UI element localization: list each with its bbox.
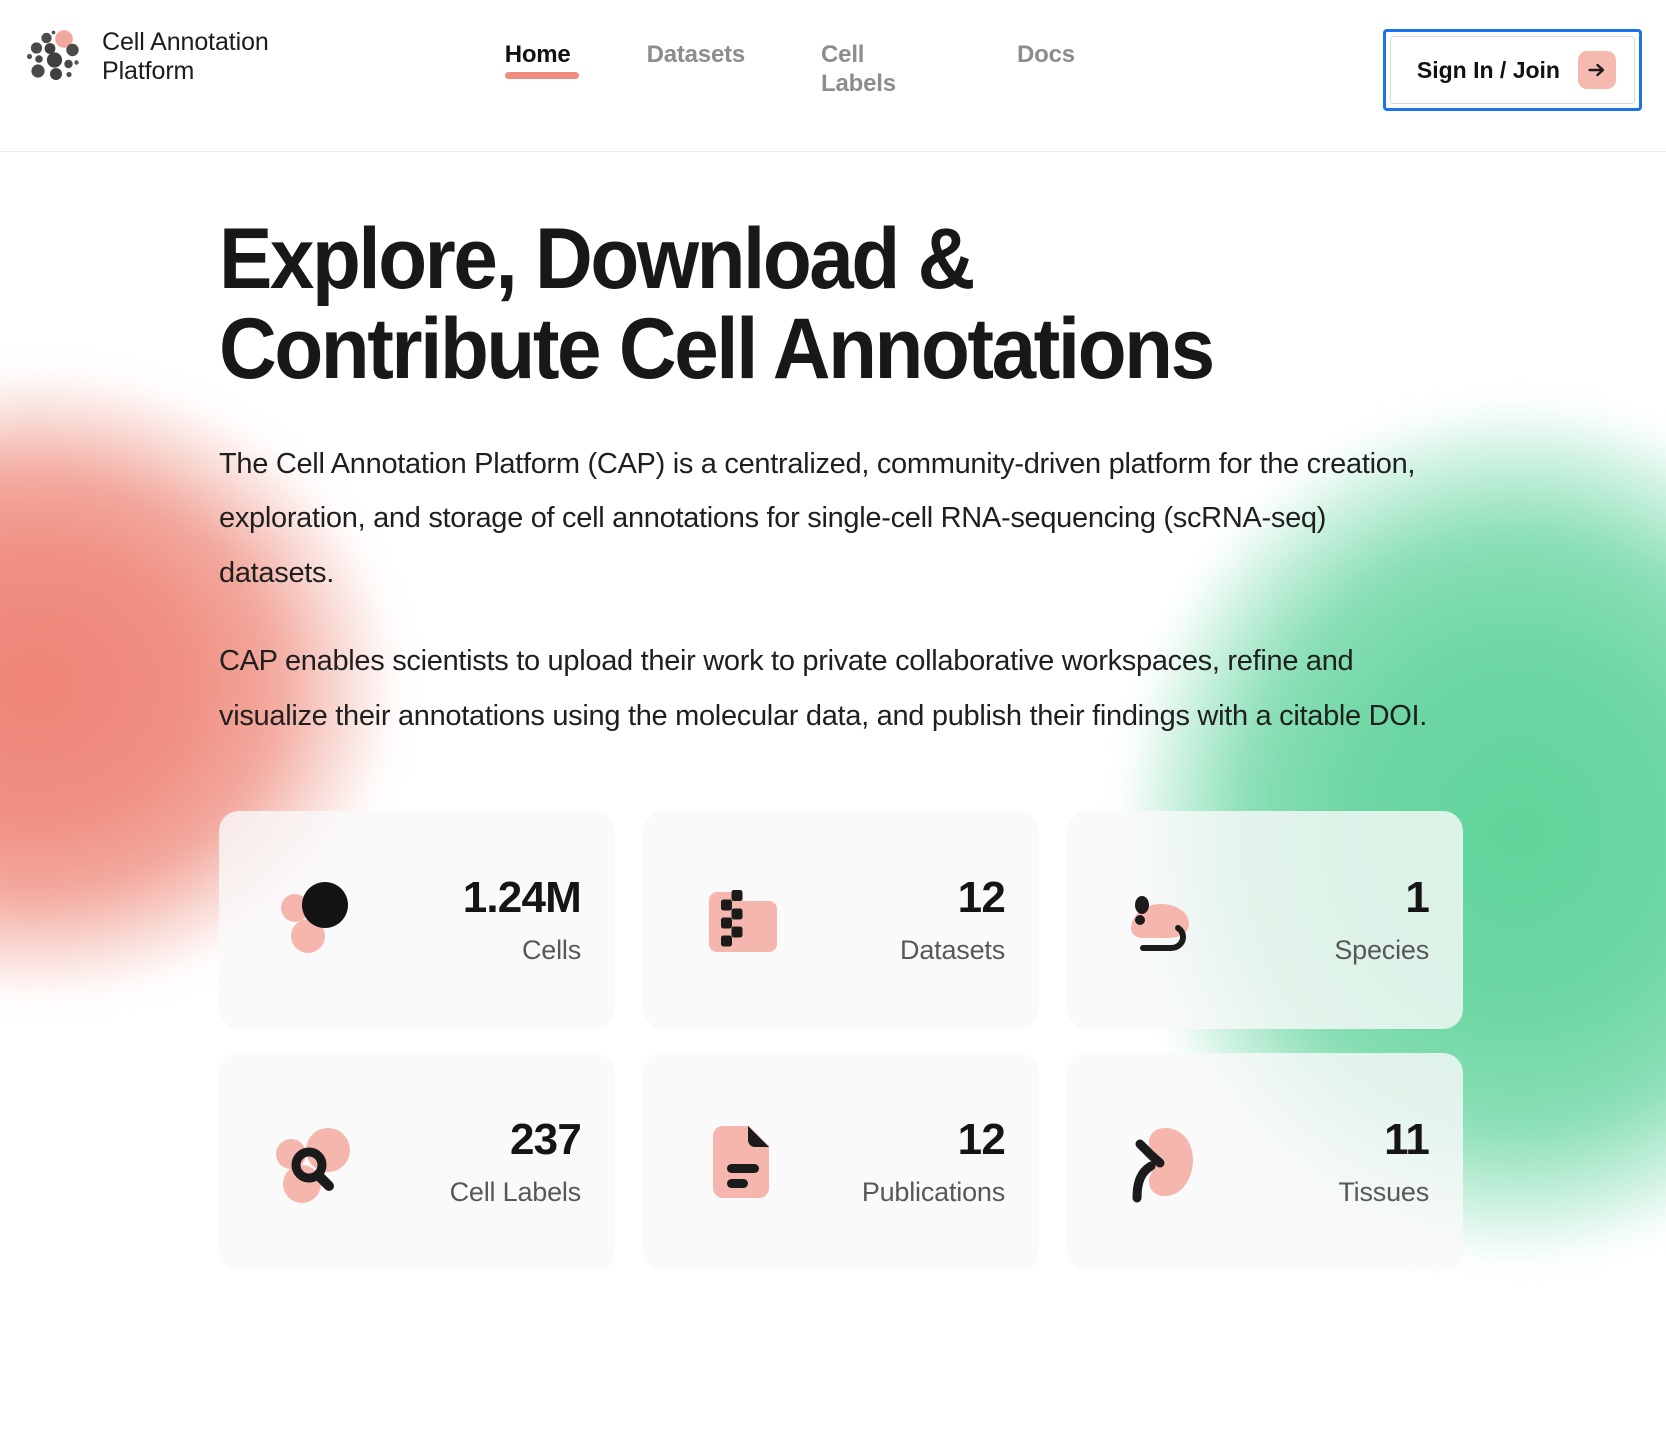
hero-paragraph-1: The Cell Annotation Platform (CAP) is a …: [219, 447, 1416, 589]
stat-value-tissues: 11: [1384, 1115, 1430, 1165]
primary-navigation: Home Datasets Cell Labels Docs: [504, 40, 1075, 113]
stat-card-publications[interactable]: 12 Publications: [643, 1053, 1039, 1272]
signin-join-button[interactable]: Sign In / Join: [1389, 36, 1635, 104]
stat-label-species: Species: [1334, 934, 1429, 965]
nav-label-cell-labels: Cell Labels: [821, 41, 896, 98]
page-title: Explore, Download & Contribute Cell Anno…: [219, 211, 1215, 398]
stat-value-cells: 1.24M: [462, 873, 582, 923]
stat-value-publications: 12: [957, 1115, 1006, 1165]
publication-document-icon: [691, 1114, 787, 1210]
nav-item-cell-labels[interactable]: Cell Labels: [821, 40, 941, 113]
nav-label-datasets: Datasets: [646, 41, 746, 68]
signin-join-label: Sign In / Join: [1416, 56, 1560, 83]
stats-grid: 1.24M Cells 12 Datasets 1 Species 237 Ce…: [219, 811, 1463, 1272]
stat-card-cells[interactable]: 1.24M Cells: [219, 811, 615, 1030]
stat-text-publications: 12 Publications: [862, 1116, 1039, 1207]
page-root: Cell Annotation Platform Home Datasets C…: [0, 0, 1666, 1444]
stat-text-cell-labels: 237 Cell Labels: [450, 1116, 615, 1207]
stat-text-tissues: 11 Tissues: [1338, 1116, 1463, 1207]
stat-label-cells: Cells: [521, 934, 581, 965]
site-header: Cell Annotation Platform Home Datasets C…: [0, 0, 1666, 152]
stat-text-species: 1 Species: [1334, 874, 1463, 965]
nav-item-docs[interactable]: Docs: [1017, 40, 1075, 83]
kidney-tissue-icon: [1115, 1114, 1211, 1210]
cell-labels-magnifier-icon: [267, 1114, 363, 1210]
stat-label-tissues: Tissues: [1338, 1176, 1429, 1207]
nav-label-home: Home: [504, 41, 571, 68]
stat-label-cell-labels: Cell Labels: [449, 1176, 582, 1207]
mouse-icon: [1115, 872, 1211, 968]
active-nav-underline: [504, 72, 579, 80]
dataset-folder-icon: [691, 872, 787, 968]
stat-label-publications: Publications: [861, 1176, 1005, 1207]
arrow-right-icon: [1578, 51, 1616, 89]
stat-value-cell-labels: 237: [509, 1115, 582, 1165]
stat-text-cells: 1.24M Cells: [463, 874, 615, 965]
nav-item-datasets[interactable]: Datasets: [646, 40, 746, 83]
stat-card-datasets[interactable]: 12 Datasets: [643, 811, 1039, 1030]
stat-text-datasets: 12 Datasets: [900, 874, 1039, 965]
hero-paragraph-2: CAP enables scientists to upload their w…: [219, 645, 1428, 732]
nav-label-docs: Docs: [1017, 41, 1075, 68]
cells-dots-icon: [267, 872, 363, 968]
stat-card-species[interactable]: 1 Species: [1067, 811, 1463, 1030]
stat-value-datasets: 12: [957, 873, 1006, 923]
signin-focus-ring: Sign In / Join: [1382, 29, 1642, 111]
brand-logo-link[interactable]: Cell Annotation Platform: [26, 26, 269, 88]
brand-name: Cell Annotation Platform: [102, 27, 269, 86]
cell-cluster-logo-icon: [26, 26, 88, 88]
nav-item-home[interactable]: Home: [504, 40, 579, 83]
stat-value-species: 1: [1405, 873, 1429, 923]
stat-card-cell-labels[interactable]: 237 Cell Labels: [219, 1053, 615, 1272]
stat-label-datasets: Datasets: [900, 934, 1005, 965]
stat-card-tissues[interactable]: 11 Tissues: [1067, 1053, 1463, 1272]
hero-section: Explore, Download & Contribute Cell Anno…: [0, 152, 1666, 1272]
